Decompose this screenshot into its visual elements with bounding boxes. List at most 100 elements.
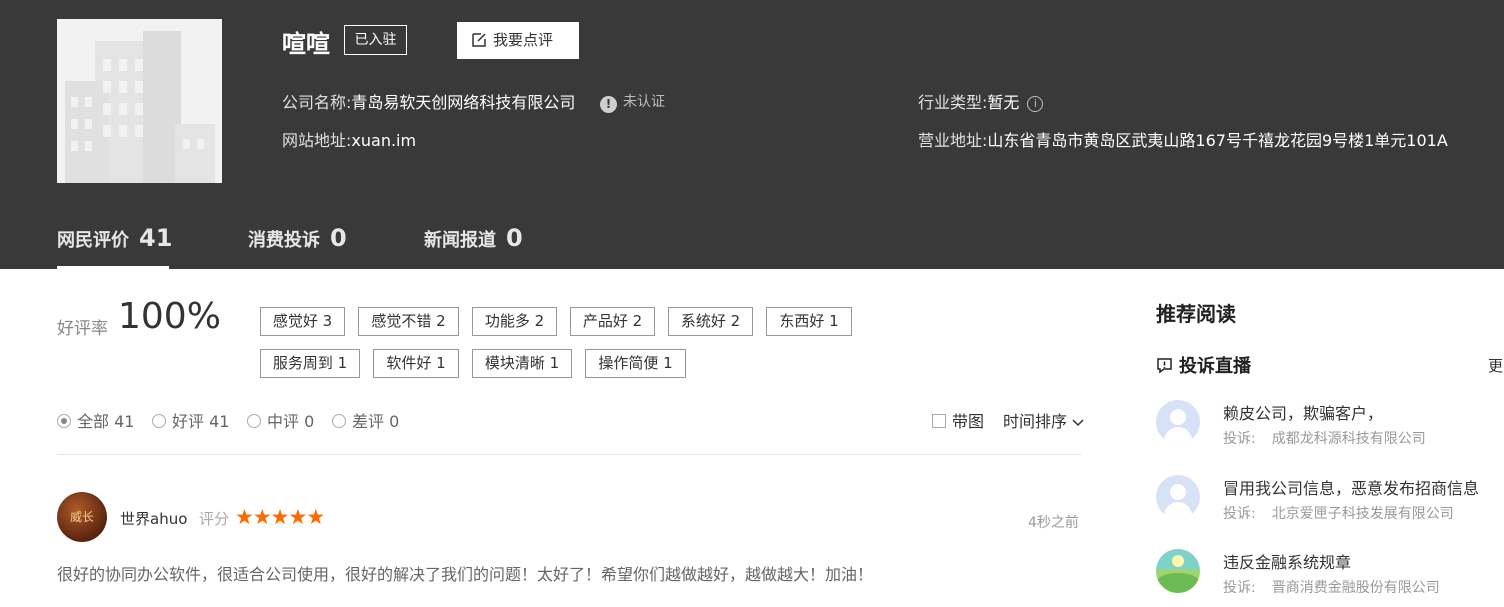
website-link[interactable]: xuan.im [351,131,416,150]
tag-chip[interactable]: 服务周到 1 [260,349,360,378]
complaint-title[interactable]: 违反金融系统规章 [1223,549,1351,573]
filter-label: 全部 [77,412,110,431]
complaint-title[interactable]: 赖皮公司，欺骗客户， [1223,400,1383,424]
tab-label: 消费投诉 [248,230,320,251]
recommended-title: 推荐阅读 [1156,302,1236,326]
complaint-title[interactable]: 冒用我公司信息，恶意发布招商信息 [1223,475,1479,499]
complaint-live-label: 投诉直播 [1179,356,1251,377]
company-title: 喧喧 [282,30,330,58]
review-time: 4秒之前 [1028,515,1079,531]
star-rating: ★★★★★ [235,505,325,529]
company-logo [57,19,222,183]
star-icon: ★ [235,505,254,529]
review-text: 很好的协同办公软件，很适合公司使用，很好的解决了我们的问题！太好了！希望你们越做… [57,565,874,584]
complaint-meta: 投诉: 成都龙科源科技有限公司 [1223,428,1426,448]
complaint-company[interactable]: 北京爱匣子科技发展有限公司 [1272,506,1454,522]
filter-count: 41 [209,412,230,431]
info-icon[interactable]: i [1027,96,1044,112]
filter-negative[interactable]: 差评 0 [332,408,399,432]
filter-label: 好评 [172,412,205,431]
tab-label: 新闻报道 [424,230,496,251]
filter-positive[interactable]: 好评 41 [152,408,229,432]
tab-count: 41 [139,224,173,252]
more-link[interactable]: 更 [1488,355,1503,376]
complaint-company[interactable]: 成都龙科源科技有限公司 [1272,431,1426,447]
building-icon [65,31,215,183]
chevron-down-icon [1072,419,1084,427]
company-name-label: 公司名称: [282,93,352,112]
industry-row: 行业类型:暂无 i [918,89,1044,113]
address-value: 山东省青岛市黄岛区武夷山路167号千禧龙花园9号楼1单元101A [987,131,1448,150]
tag-chip[interactable]: 系统好 2 [668,307,753,336]
tag-chip[interactable]: 模块清晰 1 [472,349,572,378]
complaint-meta: 投诉: 晋商消费金融股份有限公司 [1223,577,1440,597]
complaint-label: 投诉: [1223,580,1256,596]
filter-neutral[interactable]: 中评 0 [247,408,314,432]
tab-count: 0 [330,224,347,252]
alert-icon: ! [600,96,617,113]
star-icon: ★ [306,505,325,529]
star-icon: ★ [288,505,307,529]
filter-count: 0 [389,412,400,431]
avatar [1156,475,1200,519]
filter-count: 0 [304,412,315,431]
checkbox-icon [932,414,946,428]
tag-chip[interactable]: 感觉不错 2 [358,307,459,336]
tag-chip[interactable]: 功能多 2 [472,307,557,336]
star-icon: ★ [252,505,272,529]
review-username[interactable]: 世界ahuo [120,508,187,529]
filter-label: 中评 [267,412,300,431]
tag-chip[interactable]: 软件好 1 [373,349,459,378]
avatar [1156,400,1200,444]
company-name-value: 青岛易软天创网络科技有限公司 [351,93,576,112]
complaint-company[interactable]: 晋商消费金融股份有限公司 [1272,580,1440,596]
address-label: 营业地址: [918,131,988,150]
positive-rate-value: 100% [118,296,221,337]
write-review-button[interactable]: 我要点评 [457,22,579,59]
radio-icon [332,414,346,428]
star-icon: ★ [270,505,290,529]
tag-chip[interactable]: 操作简便 1 [585,349,686,378]
with-image-toggle[interactable]: 带图 [932,408,984,432]
filter-label: 差评 [352,412,385,431]
industry-value: 暂无 [987,93,1020,112]
write-review-label: 我要点评 [493,31,554,49]
complaint-live-title: 投诉直播 [1156,352,1251,378]
complaint-meta: 投诉: 北京爱匣子科技发展有限公司 [1223,503,1454,523]
radio-icon [247,414,261,428]
edit-icon [472,33,486,47]
complaint-label: 投诉: [1223,506,1256,522]
address-row: 营业地址:山东省青岛市黄岛区武夷山路167号千禧龙花园9号楼1单元101A [918,127,1448,151]
tab-count: 0 [506,224,523,252]
tag-chip[interactable]: 东西好 1 [766,307,852,336]
settled-badge: 已入驻 [344,25,407,55]
comment-alert-icon [1157,358,1172,374]
verify-status-text: 未认证 [623,94,665,110]
verify-status: ! 未认证 [600,91,665,113]
positive-rate-label: 好评率 [57,319,108,339]
score-label: 评分 [199,510,230,528]
website-label: 网站地址: [282,131,352,150]
tab-label: 网民评价 [57,230,129,251]
company-header: 喧喧 已入驻 我要点评 公司名称:青岛易软天创网络科技有限公司 ! 未认证 网站地… [0,0,1504,269]
tag-chip[interactable]: 感觉好 3 [260,307,345,336]
sort-label: 时间排序 [1003,412,1068,431]
industry-label: 行业类型: [918,93,988,112]
divider [57,454,1082,455]
with-image-label: 带图 [952,412,985,431]
filter-all[interactable]: 全部 41 [57,408,134,432]
sort-dropdown[interactable]: 时间排序 [1003,408,1084,432]
complaint-label: 投诉: [1223,431,1256,447]
user-avatar[interactable]: 威长 [57,492,107,542]
website-row: 网站地址:xuan.im [282,127,416,151]
company-name-row: 公司名称:青岛易软天创网络科技有限公司 [282,89,575,113]
active-tab-indicator [57,266,169,269]
tab-reviews[interactable]: 网民评价 41 [57,224,172,252]
tab-complaints[interactable]: 消费投诉 0 [248,224,347,252]
avatar [1156,549,1200,593]
tag-chip[interactable]: 产品好 2 [570,307,655,336]
tab-news[interactable]: 新闻报道 0 [424,224,523,252]
radio-selected-icon [57,414,71,428]
radio-icon [152,414,166,428]
filter-count: 41 [114,412,135,431]
